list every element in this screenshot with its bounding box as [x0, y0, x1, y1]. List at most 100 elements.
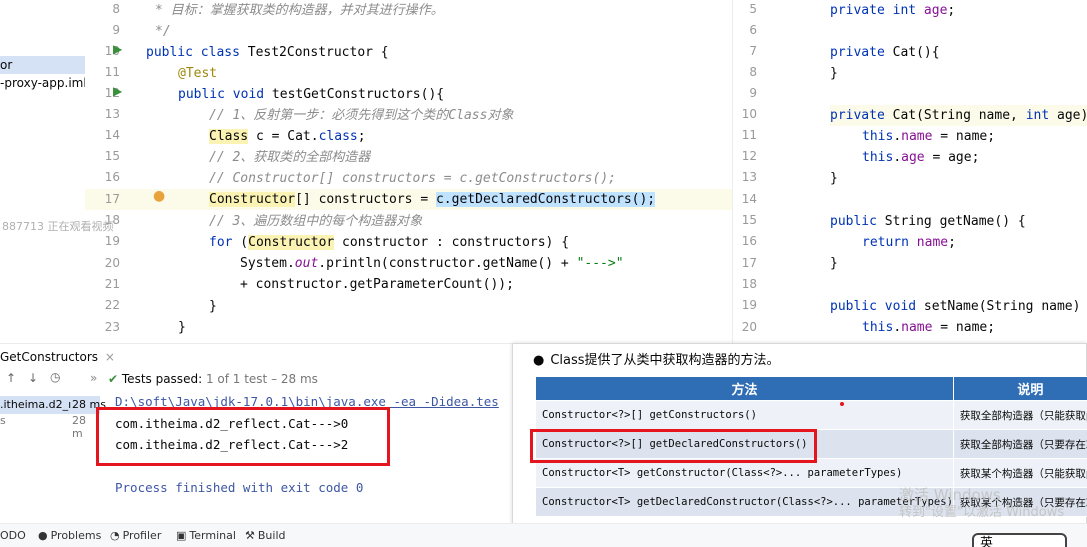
project-item[interactable]: -proxy-app.iml	[0, 74, 85, 92]
line-number: 9	[749, 86, 757, 100]
line-number: 22	[104, 298, 120, 312]
clock-icon[interactable]: ◷	[50, 370, 60, 384]
table-row: Constructor<?>[] getConstructors() 获取全部构…	[535, 400, 1087, 430]
expand-icon[interactable]: »	[90, 371, 97, 385]
line-number: 13	[741, 170, 757, 184]
code-line: }	[830, 171, 838, 186]
bullet-icon: ●	[533, 353, 545, 368]
profiler-icon: ◔	[110, 529, 120, 542]
todo-tab[interactable]: ODO	[0, 529, 26, 542]
table-header: 说明	[952, 376, 1087, 401]
line-number: 13	[104, 107, 120, 121]
line-number: 19	[741, 298, 757, 312]
viewer-count-overlay: 887713 正在观看视频	[2, 220, 114, 233]
line-number: 16	[104, 170, 120, 184]
line-number: 14	[741, 192, 757, 206]
code-line: Constructor[] constructors = c.getDeclar…	[209, 192, 656, 207]
code-line: @Test	[178, 66, 218, 81]
code-line: public void testGetConstructors(){	[178, 87, 445, 102]
line-number: 15	[104, 149, 120, 163]
code-line: this.age = age;	[862, 150, 980, 165]
run-toolbar: ↑ ↓ ◷ » ✔ Tests passed: 1 of 1 test – 28…	[0, 368, 510, 390]
code-line: }	[178, 320, 186, 335]
line-number: 11	[104, 65, 120, 79]
highlight-box	[96, 407, 390, 466]
code-line: Class c = Cat.class;	[209, 129, 366, 144]
hammer-icon: ⚒	[245, 529, 255, 542]
code-line: this.name = name;	[862, 320, 996, 335]
line-number: 5	[749, 2, 757, 16]
line-number: 12	[741, 149, 757, 163]
laser-pointer-dot	[840, 402, 844, 406]
line-number: 17	[741, 256, 757, 270]
line-number: 21	[104, 277, 120, 291]
project-panel: or -proxy-app.iml	[0, 0, 85, 343]
line-number: 8	[112, 2, 120, 16]
code-line: System.out.println(constructor.getName()…	[240, 256, 624, 271]
method-cell: Constructor<T> getDeclaredConstructor(Cl…	[535, 487, 954, 517]
code-line: this.name = name;	[862, 129, 996, 144]
code-line: }	[830, 66, 838, 81]
code-line: // 1、反射第一步：必须先得到这个类的Class对象	[209, 108, 514, 123]
line-number: 15	[741, 213, 757, 227]
profiler-tab[interactable]: ◔ Profiler	[110, 529, 161, 542]
arrow-down-icon[interactable]: ↓	[28, 371, 38, 385]
slide-heading: ● Class提供了从类中获取构造器的方法。	[533, 353, 780, 368]
terminal-tab[interactable]: ▣ Terminal	[176, 529, 236, 542]
line-number: 16	[741, 234, 757, 248]
code-line: + constructor.getParameterCount());	[240, 277, 514, 292]
line-number: 6	[749, 23, 757, 37]
line-number: 10	[741, 107, 757, 121]
code-line: }	[830, 256, 838, 271]
code-line: * 目标：掌握获取类的构造器，并对其进行操作。	[155, 3, 444, 18]
activation-watermark: 激活 Windows 转到"设置"以激活 Windows	[899, 486, 1065, 521]
code-line: private Cat(String name, int age)	[830, 105, 1087, 126]
code-line: public class Test2Constructor {	[146, 45, 389, 60]
code-line: public void setName(String name)	[830, 299, 1081, 314]
code-line: for (Constructor constructor : construct…	[209, 235, 570, 250]
code-line: // 2、获取类的全部构造器	[209, 150, 371, 165]
build-tab[interactable]: ⚒ Build	[245, 529, 286, 542]
line-number: 17	[104, 192, 120, 206]
desc-cell: 获取全部构造器（只要存在就能	[952, 429, 1087, 459]
line-number: 14	[104, 128, 120, 142]
code-line: private Cat(){	[830, 45, 940, 60]
tests-status: ✔ Tests passed: 1 of 1 test – 28 ms	[108, 372, 318, 386]
run-test-icon[interactable]: ▶	[113, 42, 122, 56]
main-code-editor[interactable]: 8 9 10 11 12 13 14 15 16 17 18 19 20 21 …	[85, 0, 732, 343]
run-tab[interactable]: GetConstructors ×	[0, 347, 115, 367]
line-number: 8	[749, 65, 757, 79]
close-icon[interactable]: ×	[105, 350, 115, 364]
ime-indicator[interactable]: 英	[972, 533, 1067, 547]
code-line: return name;	[862, 235, 956, 250]
desc-cell: 获取某个构造器（只能获取pub	[952, 458, 1087, 488]
secondary-code-editor[interactable]: 5 6 7 8 9 10 11 12 13 14 15 16 17 18 19 …	[732, 0, 1087, 343]
project-item[interactable]: or	[0, 56, 85, 74]
code-line: public String getName() {	[830, 214, 1026, 229]
line-number: 23	[104, 320, 120, 334]
code-line: }	[209, 299, 217, 314]
run-test-icon[interactable]: ▶	[113, 84, 122, 98]
code-line: */	[155, 24, 171, 39]
test-tree-item[interactable]: .itheima.d2_ı 28 ms	[0, 396, 106, 414]
exit-message: Process finished with exit code 0	[115, 480, 364, 495]
code-line: // Constructor[] constructors = c.getCon…	[209, 171, 616, 186]
lightbulb-icon[interactable]: ●	[153, 188, 165, 204]
highlight-box	[530, 429, 817, 463]
line-number: 20	[104, 256, 120, 270]
desc-cell: 获取全部构造器（只能获取pub	[952, 400, 1087, 430]
check-icon: ✔	[108, 372, 119, 386]
line-number: 11	[741, 128, 757, 142]
arrow-up-icon[interactable]: ↑	[6, 371, 16, 385]
status-bar: ODO ● Problems ◔ Profiler ▣ Terminal ⚒ Build	[0, 523, 1087, 547]
line-number: 19	[104, 234, 120, 248]
code-line: // 3、遍历数组中的每个构造器对象	[209, 214, 423, 229]
line-number: 7	[749, 44, 757, 58]
line-number: 20	[741, 320, 757, 334]
line-number: 18	[741, 277, 757, 291]
method-cell: Constructor<?>[] getConstructors()	[535, 400, 954, 430]
code-line: private int age;	[830, 3, 956, 18]
line-number: 9	[112, 23, 120, 37]
problems-tab[interactable]: ● Problems	[38, 529, 101, 542]
terminal-icon: ▣	[176, 529, 187, 542]
